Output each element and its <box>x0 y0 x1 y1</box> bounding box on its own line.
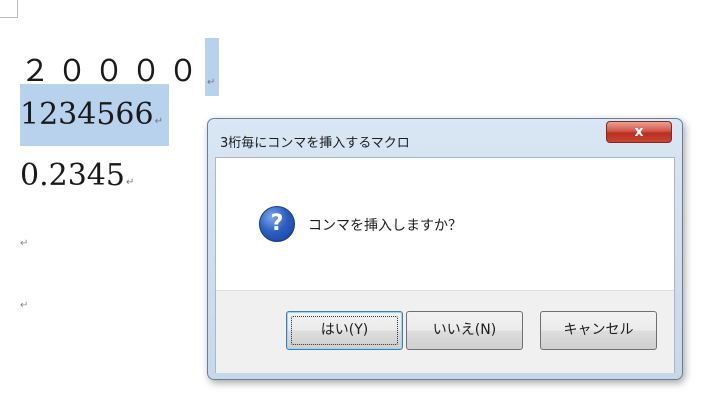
selection-highlight: ↵ <box>205 38 219 96</box>
dialog-titlebar[interactable]: 3桁毎にコンマを挿入するマクロ x <box>208 119 682 157</box>
close-button[interactable]: x <box>606 121 672 143</box>
message-box-dialog: 3桁毎にコンマを挿入するマクロ x ? コンマを挿入しますか？ はい(Y) いい… <box>207 118 683 380</box>
doc-line-1[interactable]: ２００００ ↵ <box>20 32 219 96</box>
page-corner-mark <box>0 0 18 18</box>
cancel-button[interactable]: キャンセル <box>540 311 657 350</box>
paragraph-mark: ↵ <box>20 300 29 311</box>
dialog-title: 3桁毎にコンマを挿入するマクロ <box>220 136 410 151</box>
question-mark-glyph: ? <box>270 211 284 236</box>
no-button[interactable]: いいえ(N) <box>406 311 523 350</box>
paragraph-mark: ↵ <box>154 116 163 127</box>
dialog-message: コンマを挿入しますか？ <box>308 218 462 234</box>
cancel-button-label: キャンセル <box>563 322 634 338</box>
yes-button-label: はい(Y) <box>320 322 369 338</box>
dialog-content: ? コンマを挿入しますか？ <box>216 158 674 290</box>
yes-button[interactable]: はい(Y) <box>286 311 403 350</box>
dialog-button-bar: はい(Y) いいえ(N) キャンセル <box>216 290 674 373</box>
close-icon: x <box>634 124 644 140</box>
no-button-label: いいえ(N) <box>432 322 497 338</box>
doc-line-3[interactable]: 0.2345↵ <box>20 158 134 193</box>
doc-line-3-text: 0.2345 <box>20 158 125 193</box>
paragraph-mark: ↵ <box>125 177 135 188</box>
doc-line-2-selected[interactable]: 1234566↵ <box>20 84 169 146</box>
dialog-client-area: ? コンマを挿入しますか？ はい(Y) いいえ(N) キャンセル <box>215 157 675 373</box>
question-icon: ? <box>259 206 295 242</box>
doc-line-2-text: 1234566 <box>20 97 154 132</box>
paragraph-mark: ↵ <box>20 238 29 249</box>
paragraph-mark: ↵ <box>207 77 223 88</box>
